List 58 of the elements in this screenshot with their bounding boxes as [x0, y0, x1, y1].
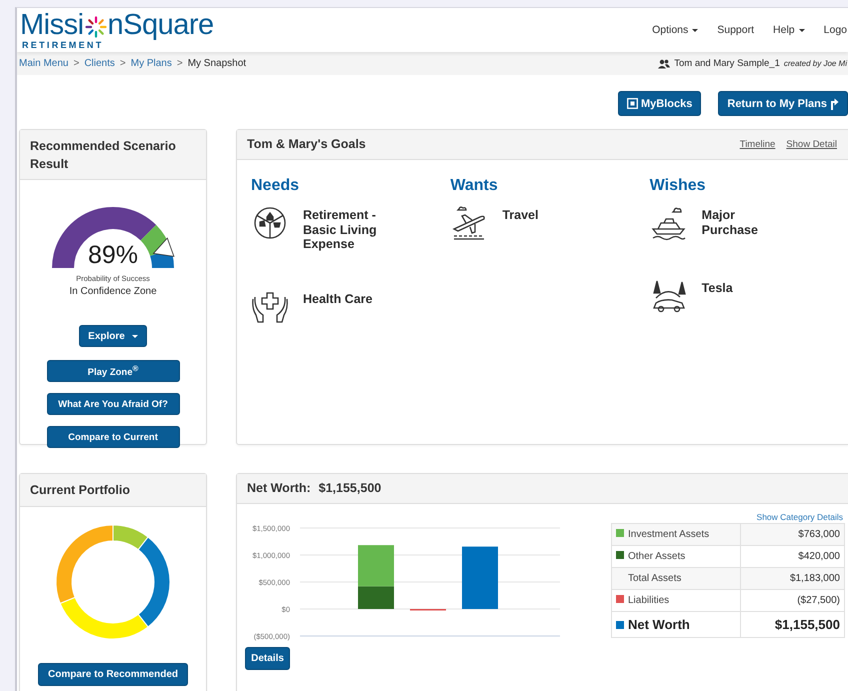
created-by-text: created by Joe Mi: [784, 59, 847, 68]
client-name: Tom and Mary Sample_1: [674, 58, 780, 69]
scenario-button[interactable]: What Are You Afraid Of?: [46, 393, 180, 415]
logo-tagline: RETIREMENT: [22, 40, 104, 50]
table-cell: Net Worth: [612, 612, 740, 638]
myblocks-button[interactable]: MyBlocks: [618, 91, 702, 116]
table-cell: $763,000: [740, 524, 844, 546]
net-worth-total: $1,155,500: [318, 481, 382, 496]
people-icon: [658, 58, 670, 68]
goal-name: Health Care: [303, 292, 374, 306]
goal-name: Major Purchase: [702, 208, 759, 237]
sunburst-icon: [84, 16, 107, 38]
goal-name: Retirement - Basic Living Expense: [303, 208, 378, 252]
return-arrow-icon: [830, 98, 839, 110]
chart-bar: [462, 546, 498, 609]
hands-cross-icon: [252, 292, 288, 322]
card-title: Recommended Scenario Result: [30, 139, 176, 171]
table-cell: Investment Assets: [612, 524, 740, 546]
breadcrumb-separator: >: [176, 58, 183, 69]
card-title: Net Worth:: [247, 481, 311, 496]
details-button[interactable]: Details: [245, 647, 290, 670]
nav-link[interactable]: Options: [652, 24, 698, 36]
breadcrumb-link[interactable]: Clients: [84, 58, 115, 69]
scenario-button[interactable]: Compare to Current: [46, 426, 180, 448]
nav-link[interactable]: Support: [717, 24, 754, 36]
blocks-icon: [627, 98, 638, 109]
goal-category: Needs: [251, 177, 300, 195]
breadcrumb-separator: >: [120, 58, 126, 69]
logo-text: nSquare: [108, 10, 214, 40]
logo-text: Missi: [20, 10, 84, 40]
category-details-link[interactable]: Show Category Details: [756, 512, 843, 522]
goal-category: Wants: [450, 177, 499, 195]
nav-link[interactable]: Help: [773, 24, 805, 36]
zone-label: In Confidence Zone: [69, 286, 157, 297]
header-link[interactable]: Timeline: [740, 139, 776, 150]
nav-link[interactable]: Logo: [824, 24, 847, 36]
return-button[interactable]: Return to My Plans: [718, 91, 848, 116]
compare-button[interactable]: Compare to Recommended: [38, 663, 188, 686]
goal-name: Travel: [502, 208, 540, 222]
explore-button[interactable]: Explore: [79, 325, 147, 347]
scenario-button[interactable]: Play Zone$^{®}$: [46, 360, 180, 382]
goal-name: Tesla: [702, 281, 734, 296]
table-cell: $1,155,500: [740, 612, 844, 638]
breadcrumb-link[interactable]: Main Menu: [19, 58, 68, 69]
goal-category: Wishes: [650, 177, 707, 195]
card-title: Current Portfolio: [30, 483, 130, 497]
breadcrumb-separator: >: [73, 58, 80, 69]
breadcrumb-current: My Snapshot: [188, 58, 246, 69]
card-title: Tom & Mary's Goals: [247, 137, 366, 152]
breadcrumb-link[interactable]: My Plans: [130, 58, 172, 69]
boat-icon: [651, 208, 686, 240]
car-trees-icon: [652, 280, 686, 312]
success-percent: 89%: [86, 242, 140, 268]
table-cell: Total Assets: [612, 568, 740, 590]
budget-pie-icon: [254, 207, 286, 239]
table-cell: $1,183,000: [740, 568, 844, 590]
header-link[interactable]: Show Detail: [786, 139, 837, 150]
airplane-icon: [454, 206, 486, 240]
